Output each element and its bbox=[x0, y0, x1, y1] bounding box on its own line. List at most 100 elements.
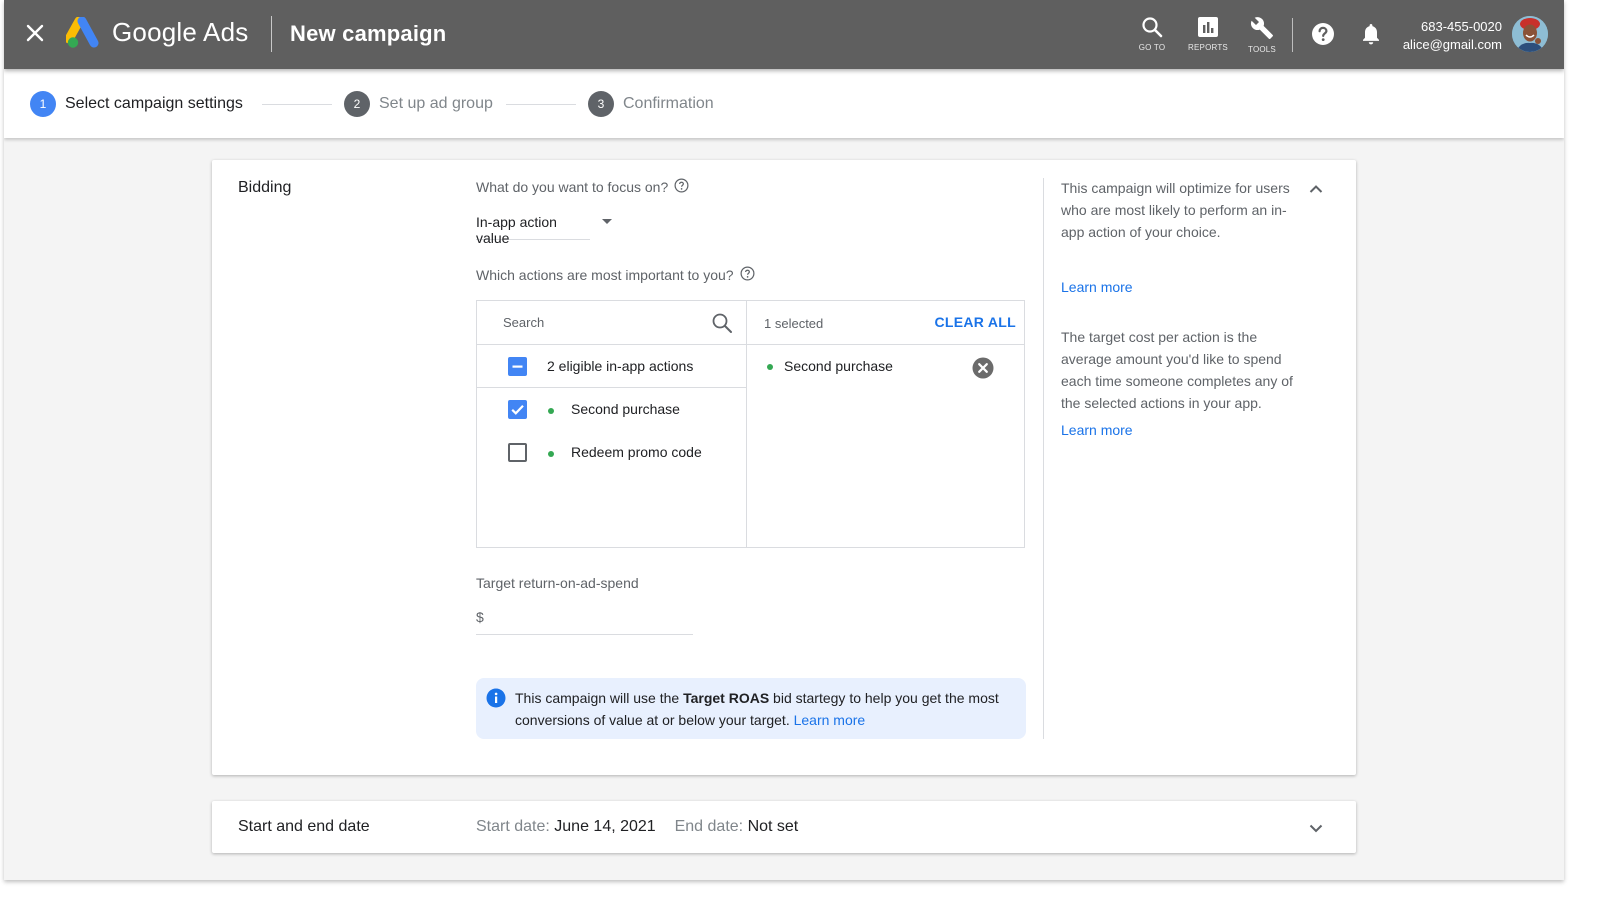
help-icon bbox=[1312, 23, 1334, 45]
selected-header: 1 selected CLEAR ALL bbox=[747, 301, 1024, 345]
target-roas-input[interactable] bbox=[490, 607, 686, 623]
account-info[interactable]: 683-455-0020 alice@gmail.com bbox=[1403, 18, 1502, 54]
dates-title: Start and end date bbox=[238, 818, 370, 835]
reports-button[interactable]: REPORTS bbox=[1186, 16, 1230, 52]
collapse-section-button[interactable] bbox=[1308, 182, 1324, 200]
step-number: 1 bbox=[30, 91, 56, 117]
toolbar-divider bbox=[1292, 18, 1293, 52]
step-label: Set up ad group bbox=[379, 95, 493, 112]
search-row bbox=[477, 301, 747, 345]
focus-question-text: What do you want to focus on? bbox=[476, 179, 669, 195]
page-title: New campaign bbox=[290, 21, 447, 46]
notifications-button[interactable] bbox=[1360, 22, 1382, 51]
available-actions-panel: 2 eligible in-app actions Second purchas… bbox=[477, 301, 747, 547]
brand-name: Google Ads bbox=[112, 17, 249, 47]
cancel-circle-icon bbox=[972, 357, 994, 379]
help-outline-icon bbox=[674, 178, 689, 193]
action-option-label: Redeem promo code bbox=[571, 444, 702, 460]
step-label: Confirmation bbox=[623, 95, 714, 112]
selected-action-item: Second purchase bbox=[747, 345, 1024, 388]
info-learn-more-link[interactable]: Learn more bbox=[794, 712, 866, 728]
action-checkbox-checked[interactable] bbox=[508, 400, 527, 419]
step-label: Select campaign settings bbox=[65, 95, 243, 112]
help-button[interactable] bbox=[1311, 22, 1335, 51]
actions-picker: 2 eligible in-app actions Second purchas… bbox=[476, 300, 1025, 548]
status-dot-icon bbox=[548, 451, 554, 457]
selected-actions-panel: 1 selected CLEAR ALL Second purchase bbox=[747, 301, 1024, 547]
actions-help-button[interactable] bbox=[740, 266, 755, 284]
chevron-up-icon bbox=[1309, 185, 1323, 193]
action-option-label: Second purchase bbox=[571, 401, 680, 417]
end-date-label: End date: bbox=[674, 818, 744, 835]
step-connector bbox=[262, 104, 332, 105]
info-text: This campaign will use the Target ROAS b… bbox=[515, 687, 1020, 731]
remove-selected-action-button[interactable] bbox=[972, 357, 994, 384]
target-roas-info-banner: This campaign will use the Target ROAS b… bbox=[476, 678, 1026, 739]
indeterminate-checkbox[interactable] bbox=[508, 357, 527, 376]
close-icon bbox=[26, 24, 44, 42]
status-dot-icon bbox=[767, 364, 773, 370]
google-ads-logo-icon bbox=[64, 16, 99, 48]
step-set-up-ad-group[interactable]: 2 Set up ad group bbox=[344, 91, 493, 117]
check-icon bbox=[511, 405, 524, 415]
tools-label: TOOLS bbox=[1248, 45, 1276, 54]
action-option-row[interactable]: Redeem promo code bbox=[477, 431, 747, 474]
reports-label: REPORTS bbox=[1188, 43, 1228, 52]
currency-prefix: $ bbox=[476, 609, 484, 625]
help-learn-more-link[interactable]: Learn more bbox=[1061, 422, 1133, 438]
dates-summary: Start date: June 14, 2021 End date: Not … bbox=[476, 818, 798, 836]
actions-search-input[interactable] bbox=[503, 315, 703, 330]
dropdown-arrow-icon bbox=[602, 219, 612, 224]
app-frame: Google Ads New campaign GO TO REPORTS TO… bbox=[4, 0, 1564, 880]
clear-all-button[interactable]: CLEAR ALL bbox=[934, 314, 1016, 330]
info-text-bold: Target ROAS bbox=[683, 690, 770, 706]
focus-dropdown-value: In-app action value bbox=[476, 214, 557, 246]
focus-question: What do you want to focus on? bbox=[476, 178, 689, 196]
selected-count: 1 selected bbox=[764, 316, 824, 331]
end-date-value: Not set bbox=[747, 818, 799, 835]
avatar[interactable] bbox=[1512, 16, 1548, 52]
info-text-before: This campaign will use the bbox=[515, 690, 684, 706]
help-text-target-cost: The target cost per action is the averag… bbox=[1061, 329, 1293, 411]
help-column-divider bbox=[1043, 178, 1044, 739]
start-end-date-card[interactable]: Start and end date Start date: June 14, … bbox=[212, 801, 1356, 853]
focus-dropdown[interactable]: In-app action value bbox=[476, 210, 612, 246]
step-select-campaign-settings[interactable]: 1 Select campaign settings bbox=[30, 91, 243, 117]
select-all-actions-row[interactable]: 2 eligible in-app actions bbox=[477, 345, 747, 388]
step-number: 2 bbox=[344, 91, 370, 117]
bidding-card: Bidding What do you want to focus on? In… bbox=[212, 160, 1356, 775]
search-icon bbox=[1142, 17, 1163, 38]
chevron-down-icon bbox=[1309, 824, 1323, 833]
user-photo-icon bbox=[1512, 16, 1548, 52]
step-number: 3 bbox=[588, 91, 614, 117]
start-date-value: June 14, 2021 bbox=[554, 818, 656, 835]
bar-chart-icon bbox=[1198, 17, 1218, 37]
brand-divider bbox=[271, 16, 272, 52]
action-checkbox-unchecked[interactable] bbox=[508, 443, 527, 462]
help-text-optimize: This campaign will optimize for users wh… bbox=[1061, 180, 1290, 240]
target-roas-field[interactable]: $ bbox=[476, 603, 693, 635]
search-icon bbox=[712, 313, 732, 333]
tools-button[interactable]: TOOLS bbox=[1244, 16, 1280, 54]
help-learn-more-link[interactable]: Learn more bbox=[1061, 279, 1133, 295]
goto-button[interactable]: GO TO bbox=[1136, 16, 1168, 52]
select-all-label: 2 eligible in-app actions bbox=[547, 358, 694, 374]
account-phone: 683-455-0020 bbox=[1421, 19, 1502, 34]
target-roas-label: Target return-on-ad-spend bbox=[476, 575, 639, 591]
top-app-bar: Google Ads New campaign GO TO REPORTS TO… bbox=[4, 0, 1564, 69]
action-option-row[interactable]: Second purchase bbox=[477, 388, 747, 431]
search-button[interactable] bbox=[711, 312, 733, 339]
campaign-stepper: 1 Select campaign settings 2 Set up ad g… bbox=[4, 69, 1564, 138]
step-confirmation[interactable]: 3 Confirmation bbox=[588, 91, 714, 117]
info-icon bbox=[486, 688, 506, 713]
step-connector bbox=[506, 104, 576, 105]
close-button[interactable] bbox=[22, 20, 48, 46]
minus-icon bbox=[512, 365, 523, 368]
selected-action-label: Second purchase bbox=[784, 358, 893, 374]
start-date-label: Start date: bbox=[476, 818, 550, 835]
focus-help-button[interactable] bbox=[674, 178, 689, 196]
bell-icon bbox=[1363, 24, 1379, 45]
actions-question: Which actions are most important to you? bbox=[476, 266, 755, 284]
bidding-title: Bidding bbox=[238, 179, 292, 196]
expand-section-button[interactable] bbox=[1308, 821, 1324, 839]
